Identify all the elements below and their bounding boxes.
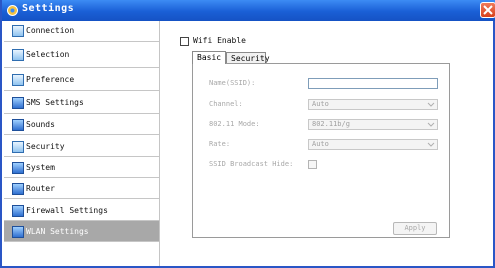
sidebar-item-connection[interactable]: Connection bbox=[4, 21, 159, 42]
window-title: Settings bbox=[22, 3, 75, 14]
ssid-label: Name(SSID): bbox=[209, 79, 256, 87]
security-icon bbox=[12, 141, 24, 153]
sidebar-item-label: System bbox=[26, 163, 55, 172]
sidebar-item-label: Connection bbox=[26, 26, 75, 35]
sidebar-item-sms-settings[interactable]: SMS Settings bbox=[4, 91, 159, 114]
mode-select[interactable]: 802.11b/g bbox=[308, 119, 438, 130]
chevron-down-icon bbox=[427, 122, 435, 127]
sounds-icon bbox=[12, 119, 24, 131]
sidebar-item-sounds[interactable]: Sounds bbox=[4, 114, 159, 135]
settings-app-icon bbox=[7, 5, 18, 16]
firewall-settings-icon bbox=[12, 205, 24, 217]
channel-select-value: Auto bbox=[312, 100, 329, 108]
mode-label: 802.11 Mode: bbox=[209, 120, 260, 128]
wifi-enable-checkbox[interactable] bbox=[180, 37, 189, 46]
sidebar-item-label: WLAN Settings bbox=[26, 227, 89, 236]
rate-select[interactable]: Auto bbox=[308, 139, 438, 150]
channel-label: Channel: bbox=[209, 100, 243, 108]
rate-select-value: Auto bbox=[312, 140, 329, 148]
tab-security[interactable]: Security bbox=[226, 52, 270, 63]
ssid-broadcast-hide-checkbox[interactable] bbox=[308, 160, 317, 169]
sidebar-item-label: SMS Settings bbox=[26, 98, 84, 107]
sidebar-item-preference[interactable]: Preference bbox=[4, 68, 159, 91]
sidebar-item-system[interactable]: System bbox=[4, 157, 159, 178]
preference-icon bbox=[12, 74, 24, 86]
ssid-broadcast-hide-label: SSID Broadcast Hide: bbox=[209, 160, 294, 168]
sidebar-item-router[interactable]: Router bbox=[4, 178, 159, 199]
settings-window: Settings Connection Selection Preference… bbox=[0, 0, 495, 268]
basic-tab-panel: Name(SSID): Channel: Auto 802.11 Mode: 8… bbox=[192, 63, 450, 238]
close-icon bbox=[483, 5, 493, 15]
wlan-settings-content: Wifi Enable Basic Security Name(SSID): C… bbox=[160, 21, 495, 266]
chevron-down-icon bbox=[427, 142, 435, 147]
system-icon bbox=[12, 162, 24, 174]
sidebar-item-label: Router bbox=[26, 184, 55, 193]
channel-select[interactable]: Auto bbox=[308, 99, 438, 110]
ssid-input[interactable] bbox=[308, 78, 438, 89]
mode-select-value: 802.11b/g bbox=[312, 120, 350, 128]
settings-sidebar: Connection Selection Preference SMS Sett… bbox=[4, 21, 160, 266]
close-button[interactable] bbox=[480, 2, 495, 18]
sidebar-item-label: Firewall Settings bbox=[26, 206, 108, 215]
title-bar[interactable]: Settings bbox=[2, 0, 495, 21]
sidebar-item-label: Sounds bbox=[26, 120, 55, 129]
router-icon bbox=[12, 183, 24, 195]
apply-button[interactable]: Apply bbox=[393, 222, 437, 235]
chevron-down-icon bbox=[427, 102, 435, 107]
sidebar-item-firewall-settings[interactable]: Firewall Settings bbox=[4, 199, 159, 221]
selection-icon bbox=[12, 49, 24, 61]
sidebar-item-selection[interactable]: Selection bbox=[4, 42, 159, 68]
tab-basic[interactable]: Basic bbox=[192, 51, 226, 64]
sidebar-item-security[interactable]: Security bbox=[4, 135, 159, 157]
sidebar-item-label: Security bbox=[26, 142, 65, 151]
sidebar-item-label: Selection bbox=[26, 50, 70, 59]
sidebar-item-wlan-settings[interactable]: WLAN Settings bbox=[4, 221, 159, 242]
rate-label: Rate: bbox=[209, 140, 231, 148]
sms-settings-icon bbox=[12, 97, 24, 109]
wifi-enable-label: Wifi Enable bbox=[193, 36, 246, 45]
sidebar-item-label: Preference bbox=[26, 75, 75, 84]
wlan-settings-icon bbox=[12, 226, 24, 238]
connection-icon bbox=[12, 25, 24, 37]
